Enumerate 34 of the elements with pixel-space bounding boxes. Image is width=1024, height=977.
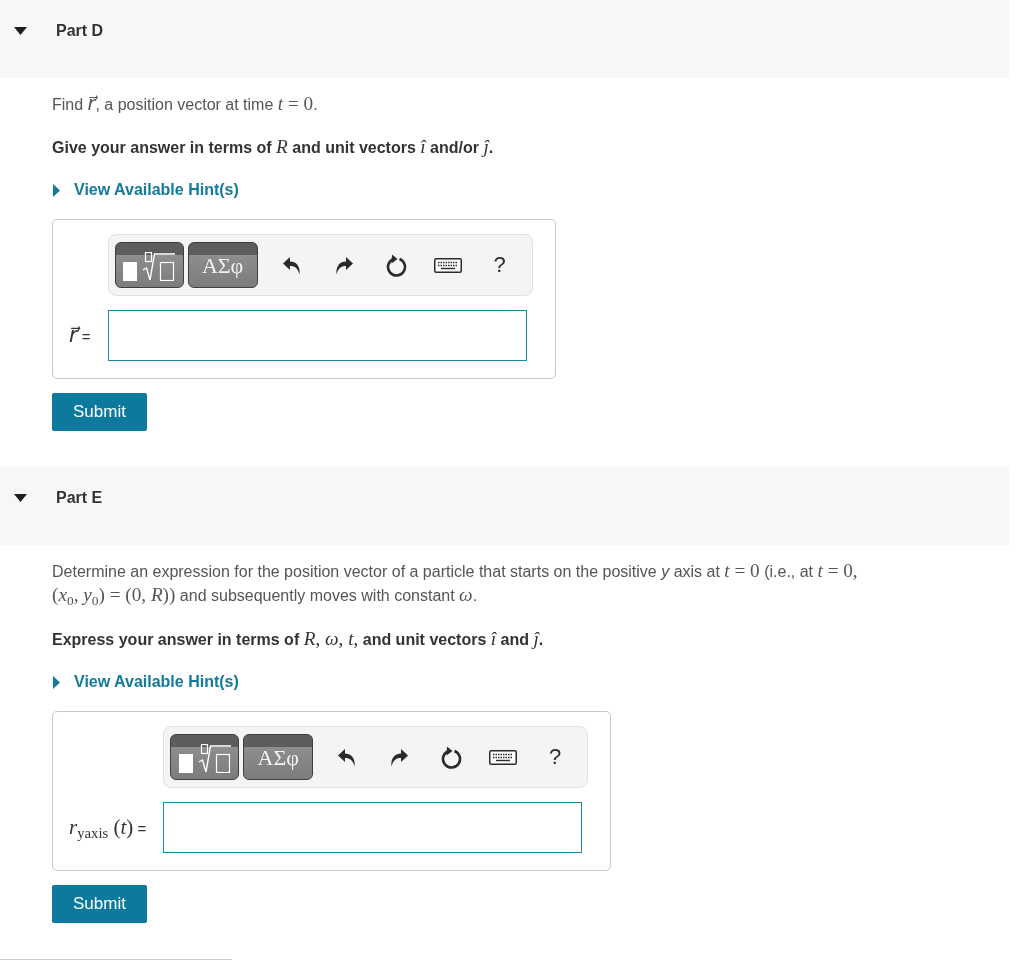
question-text: Find r⃗, a position vector at time t = 0. xyxy=(52,92,319,116)
hint-link[interactable]: View Available Hint(s) xyxy=(53,179,239,201)
symbols-button[interactable]: ΑΣφ xyxy=(187,242,258,288)
symbols-button[interactable]: ΑΣφ xyxy=(243,734,314,780)
reset-icon[interactable] xyxy=(384,253,407,277)
undo-icon[interactable] xyxy=(282,255,301,275)
part-title: Part E xyxy=(56,488,103,508)
part-header[interactable]: Part D xyxy=(0,0,1009,78)
keyboard-icon[interactable] xyxy=(489,749,518,765)
answer-field[interactable] xyxy=(163,802,583,853)
templates-button[interactable] xyxy=(170,734,240,780)
redo-icon[interactable] xyxy=(390,747,409,767)
instruction-text: Express your answer in terms of R, ω, t, and unit vectors î and ĵ. xyxy=(52,628,545,651)
root-template-icon xyxy=(123,251,176,281)
hint-link[interactable]: View Available Hint(s) xyxy=(53,671,239,693)
part-header[interactable]: Part E xyxy=(0,467,1009,545)
keyboard-icon[interactable] xyxy=(433,257,462,273)
caret-icon[interactable] xyxy=(14,494,27,502)
help-button[interactable]: ? xyxy=(493,253,506,277)
root-template-icon xyxy=(178,743,231,773)
submit-button[interactable]: Submit xyxy=(52,885,147,923)
redo-icon[interactable] xyxy=(334,255,353,275)
answer-label: r$_{yaxis}$ (t) = xyxy=(69,815,147,840)
undo-icon[interactable] xyxy=(338,747,357,767)
submit-button[interactable]: Submit xyxy=(52,393,147,431)
answer-label: r⃗ = xyxy=(69,323,91,348)
instruction-text: Give your answer in terms of R and unit vectors î and/or ĵ. xyxy=(52,136,495,159)
part-title: Part D xyxy=(56,21,104,41)
caret-icon[interactable] xyxy=(14,27,27,35)
reset-icon[interactable] xyxy=(440,745,463,769)
question-text: Determine an expression for the position vector of a particle that starts on the positive y axis at t = 0 (i.e., at t = 0, (x$_{0}$, y$_{0}$) = (0, R)) and subsequently moves with constant ω. xyxy=(52,559,859,608)
answer-field[interactable] xyxy=(107,310,527,361)
help-button[interactable]: ? xyxy=(549,745,562,769)
templates-button[interactable] xyxy=(114,242,184,288)
